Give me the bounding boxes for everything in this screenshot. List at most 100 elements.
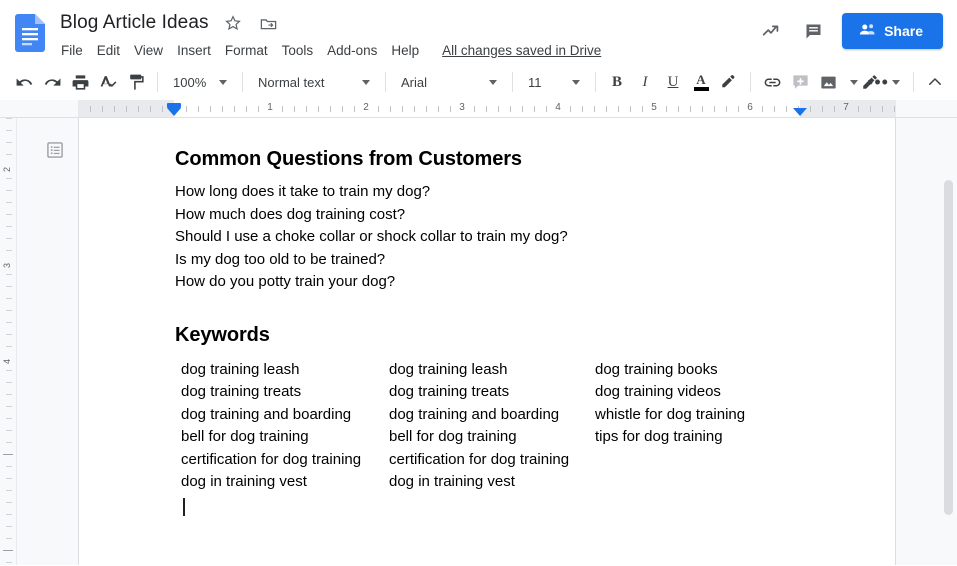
italic-button[interactable]: I xyxy=(631,68,659,96)
ruler-tick xyxy=(414,106,415,112)
add-comment-icon[interactable] xyxy=(786,68,814,96)
keyword-item: dog training and boarding xyxy=(389,405,560,423)
redo-icon[interactable] xyxy=(38,68,66,96)
title-and-menus: Blog Article Ideas File Edit View Insert… xyxy=(60,8,601,62)
toolbar-divider xyxy=(157,72,158,92)
underline-label: U xyxy=(667,73,679,90)
vruler-tick xyxy=(6,370,12,371)
ruler-tick xyxy=(606,106,607,112)
underline-button[interactable]: U xyxy=(659,68,687,96)
ruler-tick xyxy=(570,106,571,112)
ruler-tick xyxy=(786,106,787,112)
app-header: Blog Article Ideas File Edit View Insert… xyxy=(0,0,957,64)
ruler-tick xyxy=(822,106,823,112)
share-button[interactable]: Share xyxy=(842,13,943,49)
keywords-column-1: dog training leash dog training treats d… xyxy=(181,359,389,516)
font-size-select[interactable]: 11 xyxy=(520,69,588,95)
menu-insert[interactable]: Insert xyxy=(170,41,218,60)
ruler-tick xyxy=(726,106,727,112)
toolbar-divider xyxy=(595,72,596,92)
ruler-tick xyxy=(234,106,235,112)
paragraph-style-select[interactable]: Normal text xyxy=(250,69,378,95)
first-line-indent-marker[interactable] xyxy=(167,103,181,108)
keywords-column-3: dog training books dog training videos w… xyxy=(595,359,795,516)
menu-view[interactable]: View xyxy=(127,41,170,60)
ruler-tick xyxy=(474,106,475,112)
menu-tools[interactable]: Tools xyxy=(275,41,321,60)
menu-file[interactable]: File xyxy=(60,41,90,60)
document-outline-icon[interactable] xyxy=(43,138,67,162)
ruler-tick xyxy=(162,106,163,112)
save-status-link[interactable]: All changes saved in Drive xyxy=(442,43,601,58)
menu-format[interactable]: Format xyxy=(218,41,275,60)
undo-icon[interactable] xyxy=(10,68,38,96)
spellcheck-icon[interactable] xyxy=(94,68,122,96)
italic-label: I xyxy=(642,73,648,90)
title-row: Blog Article Ideas xyxy=(60,9,601,37)
keyword-item: dog training and boarding xyxy=(181,405,352,423)
left-indent-marker[interactable] xyxy=(167,108,181,116)
activity-trend-icon[interactable] xyxy=(752,12,790,50)
question-line: Is my dog too old to be trained? xyxy=(175,250,386,268)
vruler-tick xyxy=(6,526,12,527)
vruler-tick xyxy=(6,334,12,335)
move-to-folder-icon[interactable] xyxy=(257,11,281,35)
menu-help[interactable]: Help xyxy=(384,41,426,60)
vruler-tick xyxy=(6,346,12,347)
vruler-tick xyxy=(6,418,12,419)
ruler-tick xyxy=(858,106,859,112)
ruler-tick xyxy=(774,106,775,112)
vruler-tick xyxy=(6,502,12,503)
page-title[interactable]: Blog Article Ideas xyxy=(60,10,209,36)
vruler-tick xyxy=(6,154,12,155)
vertical-scrollbar-thumb[interactable] xyxy=(944,180,953,515)
horizontal-ruler[interactable]: 11234567 xyxy=(0,100,957,118)
question-line: How long does it take to train my dog? xyxy=(175,183,431,200)
keywords-column-2: dog training leash dog training treats d… xyxy=(389,359,595,516)
vruler-tick xyxy=(6,478,12,479)
zoom-level-select[interactable]: 100% xyxy=(165,69,235,95)
chevron-down-icon xyxy=(572,79,580,85)
ruler-tick xyxy=(582,106,583,112)
print-icon[interactable] xyxy=(66,68,94,96)
toolbar-divider xyxy=(385,72,386,92)
comment-history-icon[interactable] xyxy=(794,12,832,50)
vruler-tick xyxy=(6,226,12,227)
keyword-item: dog training videos xyxy=(595,383,721,400)
font-size-value: 11 xyxy=(528,74,542,90)
bold-button[interactable]: B xyxy=(603,68,631,96)
ruler-tick xyxy=(126,106,127,112)
menu-addons[interactable]: Add-ons xyxy=(320,41,384,60)
star-outline-icon[interactable] xyxy=(221,11,245,35)
ruler-tick xyxy=(498,106,499,112)
font-family-select[interactable]: Arial xyxy=(393,69,505,95)
keyword-item: dog training treats xyxy=(181,383,302,400)
highlight-pen-icon[interactable] xyxy=(715,68,743,96)
ruler-tick xyxy=(486,106,487,112)
ruler-tick xyxy=(138,106,139,112)
formatting-toolbar: 100% Normal text Arial 11 B I U A ••• xyxy=(0,64,957,100)
collapse-toolbar-chevron-icon[interactable] xyxy=(921,68,949,96)
editing-mode-pencil-icon[interactable] xyxy=(856,68,884,96)
vertical-scrollbar[interactable] xyxy=(943,118,955,565)
ruler-tick xyxy=(246,106,247,112)
ruler-tick xyxy=(450,106,451,112)
ruler-tick xyxy=(510,106,511,112)
editing-mode-chevron-down-icon[interactable] xyxy=(892,79,900,85)
right-indent-marker[interactable] xyxy=(793,108,807,116)
keyword-item: bell for dog training xyxy=(181,428,309,445)
paint-format-icon[interactable] xyxy=(122,68,150,96)
ruler-tick xyxy=(258,106,259,112)
ruler-tick xyxy=(666,106,667,112)
menu-edit[interactable]: Edit xyxy=(90,41,127,60)
document-page[interactable]: Common Questions from Customers How long… xyxy=(78,118,896,565)
vruler-tick xyxy=(6,382,12,383)
google-docs-logo[interactable] xyxy=(10,11,50,55)
vruler-tick xyxy=(6,298,12,299)
ruler-number: 5 xyxy=(651,102,657,113)
text-color-button[interactable]: A xyxy=(687,68,715,96)
toolbar-divider xyxy=(913,72,914,92)
keyword-item: dog in training vest xyxy=(181,473,307,490)
insert-link-icon[interactable] xyxy=(758,68,786,96)
insert-image-icon[interactable] xyxy=(814,68,842,96)
